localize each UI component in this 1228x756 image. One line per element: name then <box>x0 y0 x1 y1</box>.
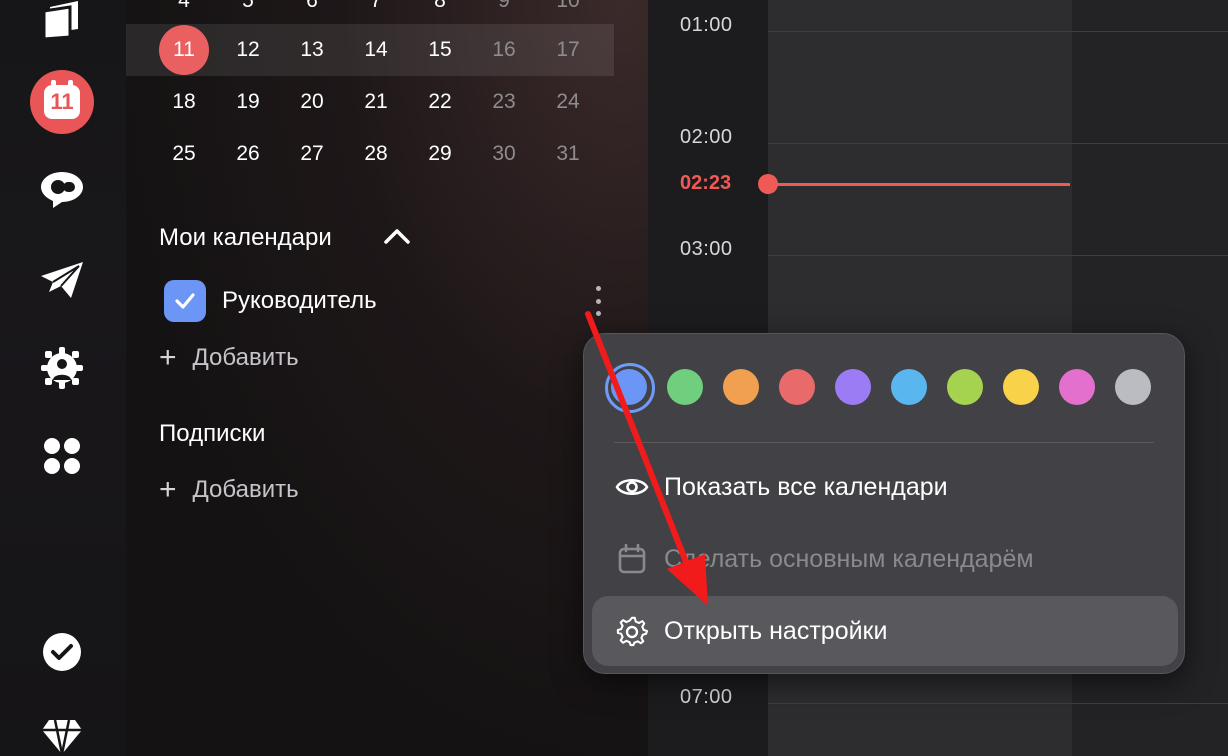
day-cell[interactable]: 15 <box>414 24 466 76</box>
calendar-options-popup: Показать все календари Сделать основным … <box>583 333 1185 674</box>
calendar-item[interactable]: Руководитель <box>164 280 604 322</box>
day-cell[interactable]: 14 <box>350 24 402 76</box>
hour-label: 07:00 <box>680 686 733 708</box>
hour-line <box>768 703 1228 704</box>
color-swatch[interactable] <box>947 369 983 405</box>
open-settings-label: Открыть настройки <box>664 616 888 645</box>
day-cell[interactable]: 17 <box>542 24 594 76</box>
my-calendars-title[interactable]: Мои календари <box>159 224 332 252</box>
color-swatch[interactable] <box>1003 369 1039 405</box>
calendar-icon: 11 <box>30 70 94 134</box>
apps-icon[interactable] <box>30 424 94 488</box>
current-week-row: 11 12 13 14 15 16 17 <box>126 24 614 76</box>
today-cell[interactable]: 11 <box>158 24 210 76</box>
calendar-sidebar: 4 5 6 7 8 9 10 11 12 13 14 15 16 17 18 1… <box>126 0 648 756</box>
day-cell[interactable]: 24 <box>542 76 594 128</box>
day-cell[interactable]: 31 <box>542 128 594 180</box>
hour-label: 02:00 <box>680 126 733 148</box>
hour-label: 01:00 <box>680 14 733 36</box>
day-cell[interactable]: 16 <box>478 24 530 76</box>
day-cell[interactable]: 10 <box>542 0 594 27</box>
color-swatch[interactable] <box>779 369 815 405</box>
app-rail: 11 <box>0 0 126 756</box>
day-cell[interactable]: 18 <box>158 76 210 128</box>
week-row: 25 26 27 28 29 30 31 <box>126 128 614 180</box>
current-time-label: 02:23 <box>680 172 732 194</box>
plus-icon: + <box>159 341 177 374</box>
day-cell[interactable]: 30 <box>478 128 530 180</box>
day-cell[interactable]: 25 <box>158 128 210 180</box>
eye-icon <box>614 469 650 505</box>
show-all-calendars-item[interactable]: Показать все календари <box>592 452 1178 522</box>
calendar-checkbox[interactable] <box>164 280 206 322</box>
day-cell[interactable]: 26 <box>222 128 274 180</box>
color-picker <box>605 363 1167 413</box>
hour-label: 03:00 <box>680 238 733 260</box>
day-cell[interactable]: 27 <box>286 128 338 180</box>
make-primary-calendar-item: Сделать основным календарём <box>592 524 1178 594</box>
day-cell[interactable]: 23 <box>478 76 530 128</box>
add-subscription-button[interactable]: + Добавить <box>159 472 299 508</box>
hour-line <box>768 31 1228 32</box>
open-settings-item[interactable]: Открыть настройки <box>592 596 1178 666</box>
week-row: 18 19 20 21 22 23 24 <box>126 76 614 128</box>
calendar-outline-icon <box>614 541 650 577</box>
hour-line <box>768 143 1228 144</box>
week-row: 4 5 6 7 8 9 10 <box>126 0 614 27</box>
day-cell[interactable]: 4 <box>158 0 210 27</box>
day-cell[interactable]: 20 <box>286 76 338 128</box>
subscriptions-title: Подписки <box>159 420 266 447</box>
day-cell[interactable]: 13 <box>286 24 338 76</box>
add-calendar-label: Добавить <box>192 344 299 371</box>
color-swatch[interactable] <box>1115 369 1151 405</box>
day-cell[interactable]: 22 <box>414 76 466 128</box>
diamond-icon[interactable] <box>30 704 94 756</box>
make-primary-calendar-label: Сделать основным календарём <box>664 544 1034 573</box>
plus-icon: + <box>159 473 177 506</box>
day-cell[interactable]: 9 <box>478 0 530 27</box>
day-cell[interactable]: 29 <box>414 128 466 180</box>
color-swatch[interactable] <box>605 363 655 413</box>
chevron-up-icon[interactable] <box>382 226 412 246</box>
day-cell[interactable]: 21 <box>350 76 402 128</box>
color-swatch[interactable] <box>667 369 703 405</box>
disk-icon[interactable] <box>30 0 94 50</box>
color-swatch[interactable] <box>835 369 871 405</box>
gear-icon <box>614 613 650 649</box>
add-calendar-button[interactable]: + Добавить <box>159 340 299 376</box>
calendar-app-button[interactable]: 11 <box>30 70 94 134</box>
color-swatch[interactable] <box>1059 369 1095 405</box>
day-cell[interactable]: 6 <box>286 0 338 27</box>
current-time-line <box>768 183 1070 186</box>
hour-line <box>768 255 1228 256</box>
color-swatch[interactable] <box>723 369 759 405</box>
popup-divider <box>614 442 1154 443</box>
checkmark-icon <box>175 293 195 309</box>
day-cell[interactable]: 19 <box>222 76 274 128</box>
show-all-calendars-label: Показать все календари <box>664 472 948 501</box>
day-cell[interactable]: 28 <box>350 128 402 180</box>
day-cell[interactable]: 5 <box>222 0 274 27</box>
calendar-badge-day: 11 <box>44 80 80 119</box>
day-cell[interactable]: 8 <box>414 0 466 27</box>
day-cell[interactable]: 12 <box>222 24 274 76</box>
team-icon[interactable] <box>30 336 94 400</box>
check-icon[interactable] <box>30 620 94 684</box>
more-options-icon[interactable] <box>592 286 604 316</box>
send-icon[interactable] <box>30 248 94 312</box>
add-subscription-label: Добавить <box>192 476 299 503</box>
color-swatch[interactable] <box>891 369 927 405</box>
day-cell[interactable]: 7 <box>350 0 402 27</box>
calendar-item-label: Руководитель <box>222 287 377 314</box>
messenger-icon[interactable] <box>30 158 94 222</box>
